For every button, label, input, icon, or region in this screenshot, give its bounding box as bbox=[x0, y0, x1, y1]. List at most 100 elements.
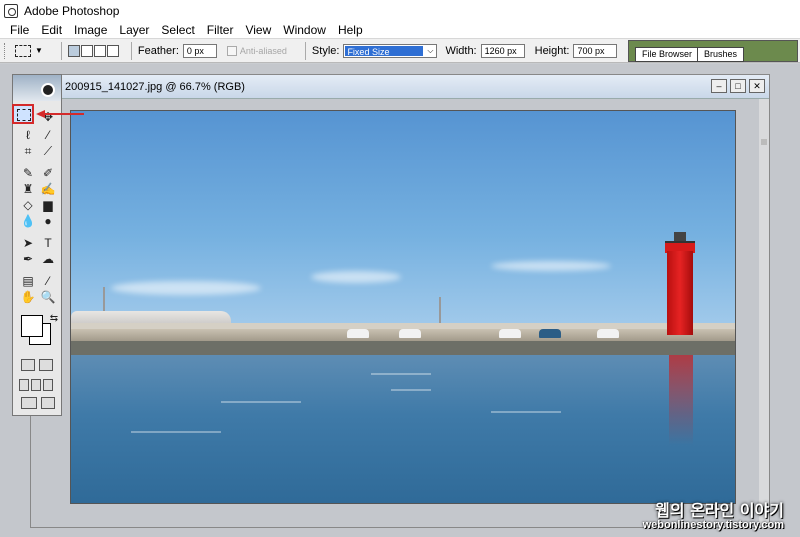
blur-tool-icon[interactable]: 💧 bbox=[19, 213, 37, 229]
standard-mode-button[interactable] bbox=[21, 359, 35, 371]
width-label: Width: bbox=[445, 44, 477, 57]
healing-brush-tool-icon[interactable]: ✎ bbox=[19, 165, 37, 181]
eraser-tool-icon[interactable]: ◇ bbox=[19, 197, 37, 213]
menu-select[interactable]: Select bbox=[155, 23, 200, 37]
toolbox-header[interactable] bbox=[13, 75, 61, 101]
selection-mode-buttons bbox=[67, 44, 119, 57]
watermark: 웹의 온라인 이야기 webonlinestory.tistory.com bbox=[643, 497, 784, 531]
add-to-selection-button[interactable] bbox=[80, 44, 93, 57]
full-screen-mode-button[interactable] bbox=[43, 379, 53, 391]
menu-file[interactable]: File bbox=[4, 23, 35, 37]
divider bbox=[130, 41, 132, 60]
feather-label: Feather: bbox=[137, 44, 179, 57]
minimize-button[interactable]: – bbox=[711, 79, 727, 93]
menu-edit[interactable]: Edit bbox=[35, 23, 68, 37]
style-select[interactable]: Fixed Size ⌵ bbox=[343, 43, 438, 58]
pen-tool-icon[interactable]: ✒ bbox=[19, 251, 37, 267]
photo-lighthouse bbox=[667, 251, 693, 335]
photo-seawall bbox=[71, 341, 735, 355]
marquee-tool-preset-icon[interactable] bbox=[15, 44, 31, 57]
close-button[interactable]: ✕ bbox=[749, 79, 765, 93]
vertical-scrollbar[interactable] bbox=[759, 99, 769, 528]
tab-file-browser[interactable]: File Browser bbox=[635, 47, 700, 62]
photo-sky bbox=[71, 111, 735, 339]
photo-cloud bbox=[111, 281, 261, 295]
document-title-bar[interactable]: 200915_141027.jpg @ 66.7% (RGB) – □ ✕ bbox=[31, 75, 769, 99]
photo-water-ripple bbox=[391, 389, 431, 391]
full-screen-menu-mode-button[interactable] bbox=[31, 379, 41, 391]
tab-brushes[interactable]: Brushes bbox=[697, 47, 745, 62]
notes-tool-icon[interactable]: ▤ bbox=[19, 273, 37, 289]
photo-water bbox=[71, 355, 735, 503]
quick-mask-mode-button[interactable] bbox=[39, 359, 53, 371]
clone-stamp-tool-icon[interactable]: ♜ bbox=[19, 181, 37, 197]
path-selection-tool-icon[interactable]: ➤ bbox=[19, 235, 37, 251]
custom-shape-tool-icon[interactable]: ☁ bbox=[39, 251, 57, 267]
type-tool-icon[interactable]: T bbox=[39, 235, 57, 251]
lasso-tool-icon[interactable]: ℓ bbox=[19, 127, 37, 143]
image-canvas[interactable] bbox=[70, 110, 736, 504]
subtract-from-selection-button[interactable] bbox=[93, 44, 106, 57]
divider bbox=[60, 41, 62, 60]
toolbox: ✥ ℓ ⁄ ⌗ ⟋ ✎ ✐ ♜ ✍ ◇ ▆ 💧 ● ➤ T ✒ ☁ ▤ ⁄ ✋ … bbox=[12, 74, 62, 416]
watermark-title: 웹의 온라인 이야기 bbox=[655, 501, 784, 520]
width-input[interactable]: 1260 px bbox=[480, 43, 525, 58]
adobe-online-icon[interactable] bbox=[41, 83, 55, 97]
divider bbox=[304, 41, 306, 60]
annotation-arrow-head bbox=[36, 110, 45, 118]
height-input[interactable]: 700 px bbox=[573, 43, 618, 58]
menu-view[interactable]: View bbox=[239, 23, 277, 37]
watermark-url: webonlinestory.tistory.com bbox=[642, 519, 784, 531]
chevron-down-icon: ⌵ bbox=[427, 45, 434, 55]
hand-tool-icon[interactable]: ✋ bbox=[19, 289, 37, 305]
chevron-down-icon[interactable]: ▼ bbox=[35, 46, 43, 55]
new-selection-button[interactable] bbox=[67, 44, 80, 57]
foreground-color-swatch[interactable] bbox=[21, 315, 43, 337]
palette-well: File Browser Brushes bbox=[628, 40, 798, 62]
crop-tool-icon[interactable]: ⌗ bbox=[19, 143, 37, 159]
feather-input[interactable]: 0 px bbox=[182, 43, 217, 58]
anti-aliased-label: Anti-aliased bbox=[239, 45, 287, 56]
magic-wand-tool-icon[interactable]: ⁄ bbox=[39, 127, 57, 143]
menu-layer[interactable]: Layer bbox=[113, 23, 155, 37]
photo-car bbox=[539, 329, 561, 338]
maximize-button[interactable]: □ bbox=[730, 79, 746, 93]
photo-car bbox=[347, 329, 369, 338]
imageready-icon[interactable] bbox=[41, 397, 55, 409]
photo-water-ripple bbox=[491, 411, 561, 413]
photo-lighthouse-reflection bbox=[669, 355, 693, 445]
menu-window[interactable]: Window bbox=[277, 23, 332, 37]
intersect-selection-button[interactable] bbox=[106, 44, 119, 57]
photo-car bbox=[597, 329, 619, 338]
dodge-tool-icon[interactable]: ● bbox=[39, 213, 57, 229]
jump-to-imageready-button[interactable] bbox=[21, 397, 37, 409]
slice-tool-icon[interactable]: ⟋ bbox=[39, 143, 57, 159]
document-title: 200915_141027.jpg @ 66.7% (RGB) bbox=[65, 81, 245, 93]
options-bar-grip[interactable] bbox=[4, 42, 7, 59]
app-title: Adobe Photoshop bbox=[24, 3, 120, 18]
history-brush-tool-icon[interactable]: ✍ bbox=[39, 181, 57, 197]
menu-bar: File Edit Image Layer Select Filter View… bbox=[0, 21, 800, 39]
style-select-value: Fixed Size bbox=[345, 45, 424, 57]
photo-cloud bbox=[311, 271, 401, 283]
rectangular-marquee-tool-icon[interactable] bbox=[12, 104, 34, 124]
swap-colors-icon[interactable]: ⇆ bbox=[45, 311, 63, 327]
photo-cloud bbox=[491, 261, 611, 271]
window-controls: – □ ✕ bbox=[711, 79, 765, 93]
standard-screen-mode-button[interactable] bbox=[19, 379, 29, 391]
menu-help[interactable]: Help bbox=[332, 23, 369, 37]
photo-water-ripple bbox=[221, 401, 301, 403]
style-label: Style: bbox=[311, 44, 340, 57]
photo-water-ripple bbox=[371, 373, 431, 375]
eyedropper-tool-icon[interactable]: ⁄ bbox=[39, 273, 57, 289]
gradient-tool-icon[interactable]: ▆ bbox=[39, 197, 57, 213]
photo-water-ripple bbox=[131, 431, 221, 433]
photo-car bbox=[499, 329, 521, 338]
app-title-bar: Adobe Photoshop bbox=[0, 0, 800, 21]
brush-tool-icon[interactable]: ✐ bbox=[39, 165, 57, 181]
menu-filter[interactable]: Filter bbox=[201, 23, 240, 37]
menu-image[interactable]: Image bbox=[68, 23, 113, 37]
anti-aliased-checkbox[interactable] bbox=[226, 45, 237, 56]
zoom-tool-icon[interactable]: 🔍 bbox=[39, 289, 57, 305]
photo-car bbox=[399, 329, 421, 338]
